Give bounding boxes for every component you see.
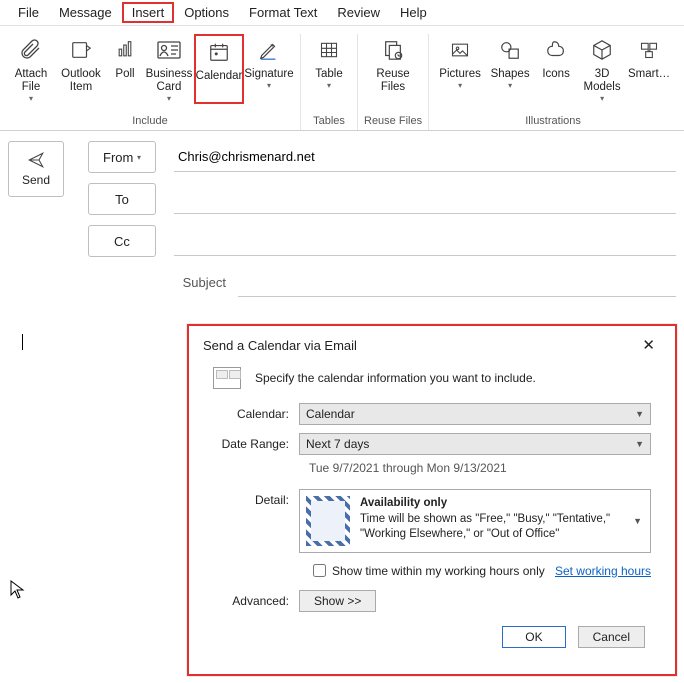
table-icon xyxy=(315,36,343,64)
calendar-select[interactable]: Calendar▼ xyxy=(299,403,651,425)
advanced-label: Advanced: xyxy=(213,594,299,608)
menu-options[interactable]: Options xyxy=(174,2,239,23)
table-label: Table xyxy=(315,68,343,81)
working-hours-checkbox[interactable] xyxy=(313,564,326,577)
detail-description: Time will be shown as "Free," "Busy," "T… xyxy=(360,513,610,541)
shapes-label: Shapes xyxy=(491,68,530,81)
pictures-label: Pictures xyxy=(439,68,481,81)
calendar-label: Calendar xyxy=(196,70,243,100)
cc-button[interactable]: Cc xyxy=(88,225,156,257)
icons-button[interactable]: Icons xyxy=(535,34,577,100)
pictures-button[interactable]: Pictures▾ xyxy=(435,34,485,100)
poll-icon xyxy=(111,36,139,64)
business-card-button[interactable]: BusinessCard▾ xyxy=(144,34,194,100)
3d-models-label: 3DModels xyxy=(584,68,621,94)
icons-icon xyxy=(542,36,570,64)
chevron-down-icon: ▼ xyxy=(633,516,642,526)
reuse-files-label: ReuseFiles xyxy=(376,68,409,98)
smartart-icon xyxy=(635,36,663,64)
send-label: Send xyxy=(22,173,50,187)
reuse-files-button[interactable]: ReuseFiles xyxy=(369,34,417,100)
icons-label: Icons xyxy=(542,68,570,98)
poll-label: Poll xyxy=(115,68,134,98)
paperclip-icon xyxy=(17,36,45,64)
date-range-select[interactable]: Next 7 days▼ xyxy=(299,433,651,455)
reuse-files-icon xyxy=(379,36,407,64)
group-reuse-label: Reuse Files xyxy=(364,115,422,127)
menu-review[interactable]: Review xyxy=(327,2,390,23)
menu-file[interactable]: File xyxy=(8,2,49,23)
working-hours-label: Show time within my working hours only xyxy=(332,564,545,578)
outlook-item-button[interactable]: OutlookItem xyxy=(56,34,106,100)
signature-label: Signature xyxy=(244,68,293,81)
shapes-icon xyxy=(496,36,524,64)
cube-icon xyxy=(588,36,616,64)
business-card-icon xyxy=(155,36,183,64)
business-card-label: BusinessCard xyxy=(146,68,193,94)
cancel-button[interactable]: Cancel xyxy=(578,626,645,648)
from-button[interactable]: From ▾ xyxy=(88,141,156,173)
date-range-label: Date Range: xyxy=(213,437,299,451)
menu-bar: File Message Insert Options Format Text … xyxy=(0,0,684,26)
signature-icon xyxy=(255,36,283,64)
ok-button[interactable]: OK xyxy=(502,626,565,648)
cc-field[interactable] xyxy=(174,226,676,256)
ribbon: AttachFile▾ OutlookItem Poll BusinessCar… xyxy=(0,26,684,131)
menu-message[interactable]: Message xyxy=(49,2,122,23)
detail-title: Availability only xyxy=(360,497,447,509)
calendar-icon xyxy=(205,38,233,66)
group-include: AttachFile▾ OutlookItem Poll BusinessCar… xyxy=(0,34,301,130)
smartart-button[interactable]: Smart… xyxy=(627,34,671,100)
date-range-hint: Tue 9/7/2021 through Mon 9/13/2021 xyxy=(309,461,651,475)
group-illustrations: Pictures▾ Shapes▾ Icons 3DModels▾ Smart…… xyxy=(429,34,677,130)
outlook-item-icon xyxy=(67,36,95,64)
to-button[interactable]: To xyxy=(88,183,156,215)
calendar-button[interactable]: Calendar xyxy=(194,34,244,104)
attach-file-label: AttachFile xyxy=(15,68,48,94)
menu-insert[interactable]: Insert xyxy=(122,2,175,23)
calendar-select-label: Calendar: xyxy=(213,407,299,421)
group-illustrations-label: Illustrations xyxy=(525,115,581,127)
send-button[interactable]: Send xyxy=(8,141,64,197)
group-tables-label: Tables xyxy=(313,115,345,127)
detail-label: Detail: xyxy=(213,489,299,507)
calendar-dialog-icon xyxy=(213,367,241,389)
to-field[interactable] xyxy=(174,184,676,214)
table-button[interactable]: Table▾ xyxy=(307,34,351,100)
attach-file-button[interactable]: AttachFile▾ xyxy=(6,34,56,100)
smartart-label: Smart… xyxy=(628,68,670,98)
3d-models-button[interactable]: 3DModels▾ xyxy=(577,34,627,100)
set-working-hours-link[interactable]: Set working hours xyxy=(555,564,651,578)
close-button[interactable]: ✕ xyxy=(636,336,661,355)
pictures-icon xyxy=(446,36,474,64)
shapes-button[interactable]: Shapes▾ xyxy=(485,34,535,100)
outlook-item-label: OutlookItem xyxy=(61,68,101,98)
poll-button[interactable]: Poll xyxy=(106,34,144,100)
cursor-icon xyxy=(10,580,26,600)
detail-thumbnail-icon xyxy=(306,496,350,546)
dialog-title: Send a Calendar via Email xyxy=(203,338,357,353)
group-reuse: ReuseFiles Reuse Files xyxy=(358,34,429,130)
menu-help[interactable]: Help xyxy=(390,2,437,23)
menu-format-text[interactable]: Format Text xyxy=(239,2,327,23)
chevron-down-icon: ▼ xyxy=(635,409,644,419)
signature-button[interactable]: Signature▾ xyxy=(244,34,294,100)
subject-label: Subject xyxy=(88,275,238,290)
compose-area: Send From ▾ To Cc Subject xyxy=(0,141,684,307)
dialog-subtitle: Specify the calendar information you wan… xyxy=(255,371,536,385)
send-calendar-dialog: Send a Calendar via Email ✕ Specify the … xyxy=(187,324,677,676)
show-advanced-button[interactable]: Show >> xyxy=(299,590,376,612)
group-tables: Table▾ Tables xyxy=(301,34,358,130)
from-field[interactable] xyxy=(174,142,676,172)
group-include-label: Include xyxy=(132,115,167,127)
chevron-down-icon: ▼ xyxy=(635,439,644,449)
subject-field[interactable] xyxy=(238,267,676,297)
chevron-down-icon: ▾ xyxy=(137,153,141,162)
detail-select[interactable]: Availability only Time will be shown as … xyxy=(299,489,651,553)
